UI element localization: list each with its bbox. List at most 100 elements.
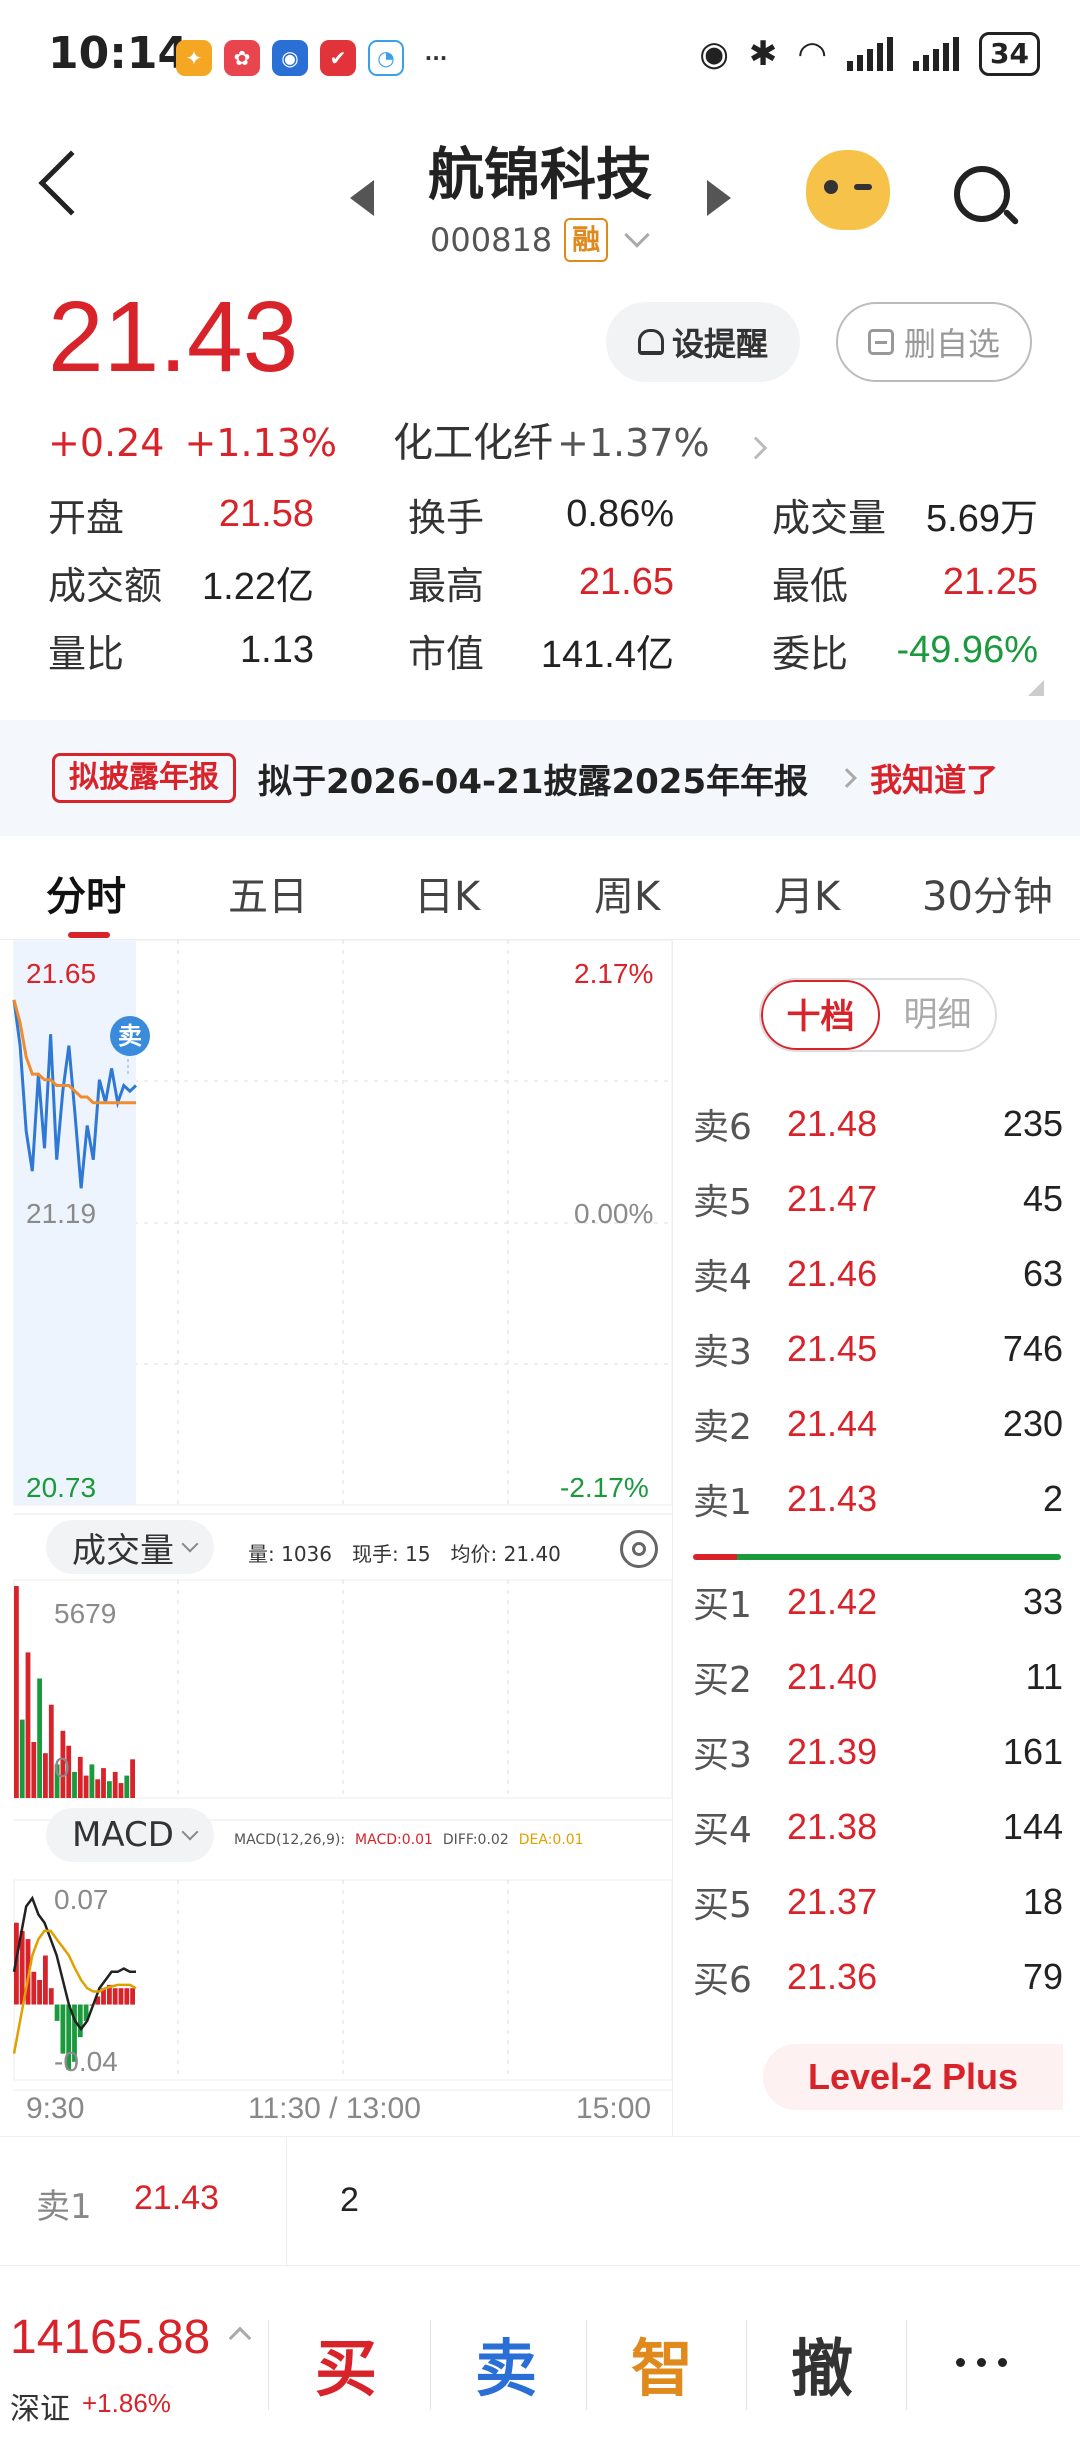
- bid-level-row[interactable]: 买2 21.40 11: [693, 1639, 1063, 1714]
- volume-bar: [25, 1652, 31, 1798]
- stat-label: 换手: [408, 495, 485, 540]
- bid-ask-ratio-bar: [693, 1554, 1061, 1560]
- tab-30min[interactable]: 30分钟: [922, 864, 1053, 922]
- sector-change[interactable]: +1.37%: [557, 421, 710, 465]
- volume-bar: [72, 1771, 77, 1798]
- average-price-value: 均价: 21.40: [450, 1542, 561, 1566]
- stat-item: 换手 0.86%: [408, 487, 674, 542]
- level-label: 买1: [693, 1584, 752, 1626]
- pct-mid-label: 0.00%: [574, 1198, 654, 1229]
- chevron-right-icon[interactable]: [744, 436, 767, 460]
- smart-button[interactable]: 智: [612, 2318, 712, 2408]
- tab-monthly-k[interactable]: 月K: [774, 864, 840, 922]
- macd-indicator-selector[interactable]: MACD: [46, 1808, 214, 1862]
- level-label: 买6: [693, 1959, 752, 2001]
- bid-level-row[interactable]: 买1 21.42 33: [693, 1564, 1063, 1639]
- ask-level-row[interactable]: 卖2 21.44 230: [693, 1386, 1063, 1461]
- volume-bar: [83, 1775, 89, 1798]
- change-row: +0.24 +1.13% 化工化纤 +1.37%: [48, 410, 767, 468]
- ask-level-row[interactable]: 卖3 21.45 746: [693, 1311, 1063, 1386]
- wifi-icon: ◠: [797, 34, 828, 74]
- level-label: 卖1: [693, 1481, 752, 1523]
- announcement-text[interactable]: 拟于2026-04-21披露2025年年报: [258, 754, 808, 803]
- macd-bar: [130, 1988, 135, 2005]
- sell-signal-marker[interactable]: 卖: [110, 1016, 150, 1056]
- ask-level-row[interactable]: 卖1 21.43 2: [693, 1461, 1063, 1536]
- stat-value: 1.13: [240, 628, 314, 671]
- current-hand-value: 现手: 15: [352, 1542, 431, 1566]
- stat-label: 最高: [408, 563, 485, 608]
- best-ask-row: 卖1 21.43 2: [0, 2136, 1080, 2267]
- status-time: 10:14: [48, 28, 189, 79]
- chevron-up-icon[interactable]: [228, 2326, 252, 2350]
- tab-ten-levels[interactable]: 十档: [761, 980, 880, 1050]
- stat-item: 委比 -49.96%: [772, 623, 1038, 678]
- tab-details[interactable]: 明细: [880, 980, 995, 1050]
- sell-button[interactable]: 卖: [456, 2318, 556, 2408]
- volume-info: 量: 1036 现手: 15 均价: 21.40: [248, 1538, 561, 1567]
- index-name[interactable]: 深证: [10, 2384, 70, 2428]
- expand-corner-icon[interactable]: [1028, 680, 1044, 696]
- level2-plus-button[interactable]: Level-2 Plus: [763, 2044, 1063, 2110]
- dismiss-announcement-button[interactable]: 我知道了: [870, 755, 998, 801]
- level-price: 21.48: [787, 1102, 878, 1144]
- more-options-icon[interactable]: [956, 2358, 1007, 2367]
- best-ask-volume: 2: [340, 2181, 359, 2219]
- volume-indicator-selector[interactable]: 成交量: [46, 1520, 214, 1574]
- macd-bar: [48, 1988, 54, 2005]
- stat-item: 最高 21.65: [408, 555, 674, 610]
- volume-bar: [37, 1678, 42, 1798]
- bid-level-row[interactable]: 买4 21.38 144: [693, 1789, 1063, 1864]
- sector-name[interactable]: 化工化纤: [393, 410, 553, 468]
- volume-bar: [19, 1719, 25, 1798]
- order-book-toggle[interactable]: 十档 明细: [759, 978, 997, 1052]
- ask-level-row[interactable]: 卖4 21.46 63: [693, 1236, 1063, 1311]
- minus-box-icon: [867, 329, 894, 355]
- stat-row: 量比 1.13 市值 141.4亿 委比 -49.96%: [48, 616, 1038, 684]
- level-price: 21.37: [787, 1880, 878, 1922]
- remove-watchlist-button[interactable]: 删自选: [836, 302, 1032, 382]
- bluetooth-icon: ✱: [748, 34, 778, 74]
- macd-bar: [112, 1988, 118, 2005]
- stat-item: 市值 141.4亿: [408, 623, 674, 678]
- order-book: 十档 明细 卖6 21.48 235 卖5 21.47 45 卖4 21.46 63 卖3 21.4…: [672, 940, 1080, 2136]
- stat-item: 最低 21.25: [772, 555, 1038, 610]
- bid-level-row[interactable]: 买6 21.36 79: [693, 1939, 1063, 2014]
- dea-value: DEA:0.01: [518, 1832, 584, 1848]
- announcement-banner[interactable]: 拟披露年报 拟于2026-04-21披露2025年年报 我知道了: [0, 720, 1080, 836]
- level-price: 21.38: [787, 1805, 878, 1847]
- bid-level-row[interactable]: 买3 21.39 161: [693, 1714, 1063, 1789]
- macd-panel-label: MACD: [72, 1815, 174, 1855]
- next-stock-icon[interactable]: [707, 180, 731, 216]
- tab-daily-k[interactable]: 日K: [414, 864, 480, 922]
- index-value[interactable]: 14165.88: [10, 2310, 210, 2365]
- mascot-avatar-icon[interactable]: [806, 150, 890, 230]
- stock-code-row[interactable]: 000818 融: [430, 218, 650, 262]
- ask-level-row[interactable]: 卖6 21.48 235: [693, 1086, 1063, 1161]
- buy-button[interactable]: 买: [296, 2318, 396, 2408]
- level-volume: 45: [1022, 1177, 1063, 1219]
- search-icon[interactable]: [954, 166, 1010, 222]
- chevron-down-icon: [624, 222, 650, 248]
- stat-value: 21.58: [218, 492, 314, 535]
- tab-five-day[interactable]: 五日: [228, 864, 308, 922]
- tab-intraday[interactable]: 分时: [46, 864, 126, 922]
- set-alert-button[interactable]: 设提醒: [606, 302, 800, 382]
- settings-gear-icon[interactable]: [620, 1530, 658, 1568]
- tab-weekly-k[interactable]: 周K: [594, 864, 660, 922]
- diff-value: DIFF:0.02: [442, 1832, 509, 1848]
- level-price: 21.46: [787, 1252, 878, 1294]
- stat-label: 最低: [772, 563, 849, 608]
- battery-indicator: 34: [979, 32, 1040, 76]
- cancel-order-button[interactable]: 撤: [772, 2318, 872, 2408]
- volume-bar: [95, 1779, 101, 1798]
- ask-level-row[interactable]: 卖5 21.47 45: [693, 1161, 1063, 1236]
- level-price: 21.43: [787, 1477, 878, 1519]
- volume-bar: [118, 1783, 124, 1798]
- volume-value: 量: 1036: [248, 1542, 332, 1566]
- level-label: 卖6: [693, 1106, 752, 1148]
- level-label: 卖2: [693, 1406, 752, 1448]
- bid-level-row[interactable]: 买5 21.37 18: [693, 1864, 1063, 1939]
- index-change[interactable]: +1.86%: [82, 2388, 171, 2419]
- best-ask-price: 21.43: [134, 2179, 220, 2217]
